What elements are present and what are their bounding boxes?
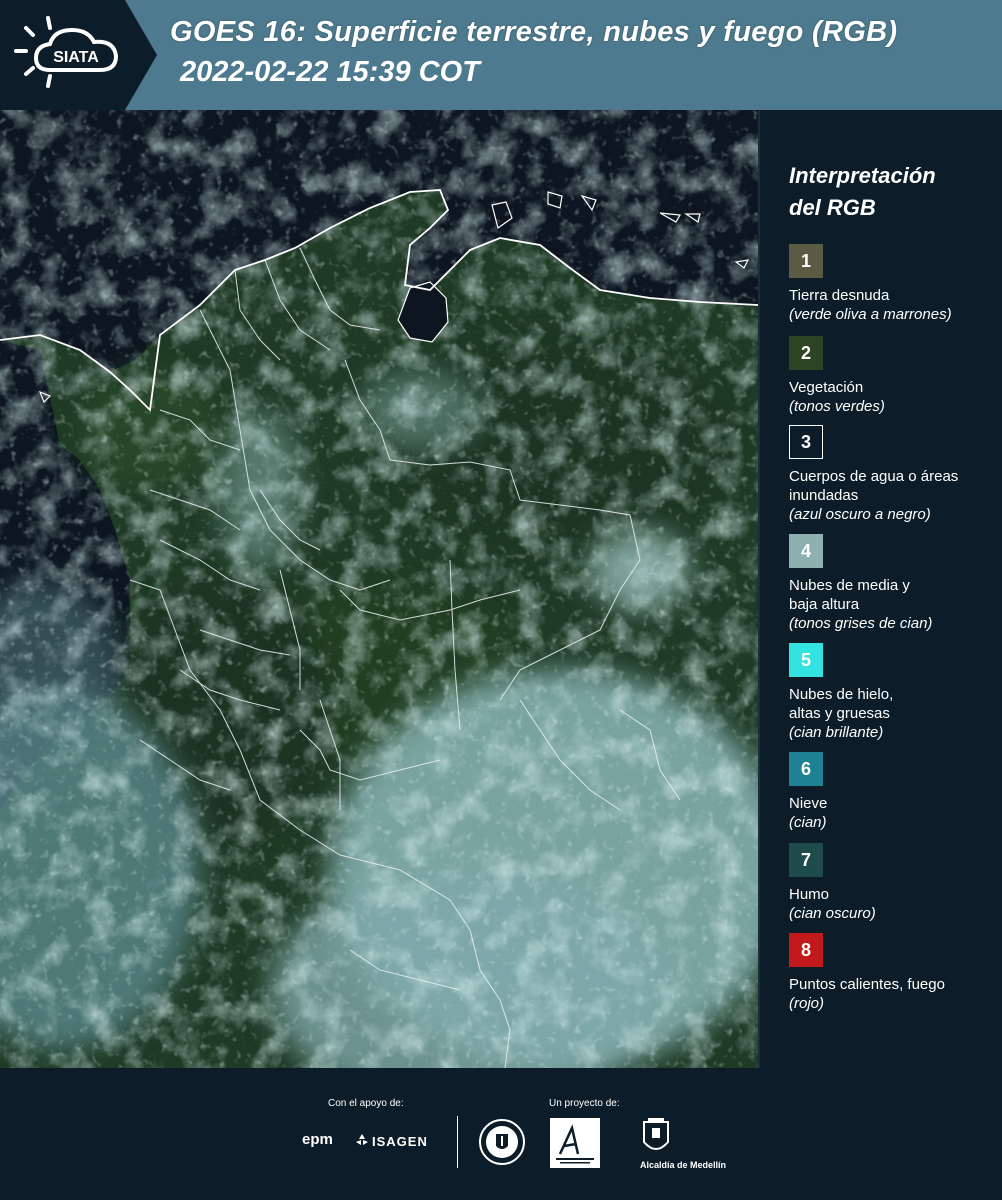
legend-title-line1: Interpretación xyxy=(789,163,936,188)
legend-note-8: (rojo) xyxy=(789,995,825,1012)
isagen-logo: ISAGEN xyxy=(372,1134,428,1149)
footer-separator xyxy=(457,1116,458,1168)
legend-item-1: 1 Tierra desnuda (verde oliva a marrones… xyxy=(789,244,952,324)
legend-note-7: (cian oscuro) xyxy=(789,905,876,922)
logo-text: SIATA xyxy=(53,49,99,66)
legend-item-2: 2 Vegetación (tonos verdes) xyxy=(789,336,885,416)
epm-logo: epm xyxy=(302,1131,333,1148)
legend-label-4: Nubes de media y baja altura xyxy=(789,577,910,613)
legend-note-2: (tonos verdes) xyxy=(789,398,885,415)
legend-label-7: Humo xyxy=(789,886,830,903)
satellite-image xyxy=(0,110,758,1068)
legend-item-5: 5 Nubes de hielo, altas y gruesas (cian … xyxy=(789,643,919,742)
legend-swatch-3: 3 xyxy=(789,425,823,459)
datetime-label: 2022-02-22 15:39 COT xyxy=(180,56,480,88)
legend-note-3: (azul oscuro a negro) xyxy=(789,506,931,523)
map-legend-divider xyxy=(758,110,760,1068)
legend-label-6: Nieve xyxy=(789,795,828,812)
alcaldia-medellin-crest xyxy=(643,1118,669,1150)
legend-label-3: Cuerpos de agua o áreas inundadas xyxy=(789,468,959,504)
legend-label-5: Nubes de hielo, altas y gruesas xyxy=(789,686,894,722)
siata-logo: SIATA xyxy=(14,16,119,88)
legend-note-4: (tonos grises de cian) xyxy=(789,615,933,632)
legend-note-6: (cian) xyxy=(789,814,827,831)
legend-title-line2: del RGB xyxy=(789,195,876,220)
legend-swatch-7: 7 xyxy=(789,843,823,877)
legend-swatch-4: 4 xyxy=(789,534,823,568)
project-label: Un proyecto de: xyxy=(549,1098,620,1109)
legend-panel: Interpretación del RGB 1 Tierra desnuda … xyxy=(789,160,994,1012)
legend-swatch-1: 1 xyxy=(789,244,823,278)
legend-item-7: 7 Humo (cian oscuro) xyxy=(789,843,876,923)
alcaldia-medellin-label: Alcaldía de Medellín xyxy=(640,1160,727,1170)
legend-label-1: Tierra desnuda xyxy=(789,287,890,304)
isagen-icon xyxy=(356,1134,368,1145)
header: SIATA GOES 16: Superficie terrestre, nub… xyxy=(0,0,1002,110)
legend-swatch-2: 2 xyxy=(789,336,823,370)
legend-item-3: 3 Cuerpos de agua o áreas inundadas (azu… xyxy=(789,425,959,524)
support-label: Con el apoyo de: xyxy=(328,1098,404,1109)
area-metropolitana-logo xyxy=(550,1118,600,1168)
legend-item-8: 8 Puntos calientes, fuego (rojo) xyxy=(789,933,945,1013)
municipal-seal-logo xyxy=(479,1119,525,1165)
footer: Con el apoyo de: Un proyecto de: epm ISA… xyxy=(0,1068,1002,1200)
page-title: GOES 16: Superficie terrestre, nubes y f… xyxy=(170,16,898,48)
legend-note-1: (verde oliva a marrones) xyxy=(789,306,952,323)
legend-item-6: 6 Nieve (cian) xyxy=(789,752,827,832)
legend-label-2: Vegetación xyxy=(789,379,864,396)
legend-item-4: 4 Nubes de media y baja altura (tonos gr… xyxy=(789,534,939,633)
legend-title: Interpretación del RGB xyxy=(789,160,994,224)
legend-label-8: Puntos calientes, fuego xyxy=(789,976,945,993)
legend-note-5: (cian brillante) xyxy=(789,724,884,741)
legend-swatch-5: 5 xyxy=(789,643,823,677)
legend-swatch-8: 8 xyxy=(789,933,823,967)
legend-swatch-6: 6 xyxy=(789,752,823,786)
